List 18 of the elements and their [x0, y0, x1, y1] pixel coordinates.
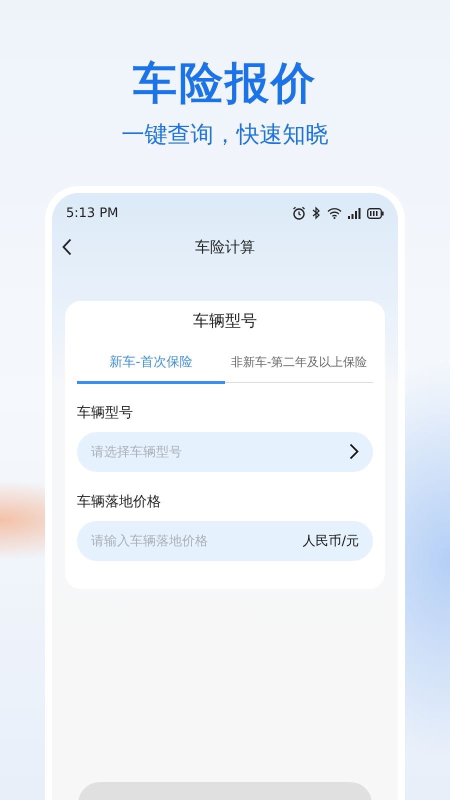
bluetooth-icon — [312, 206, 321, 220]
field-label: 车辆型号 — [77, 404, 134, 423]
wifi-icon — [327, 207, 342, 219]
status-time: 5:13 PM — [66, 206, 118, 220]
select-field[interactable]: 请选择车辆型号 — [77, 432, 373, 472]
unit-label: 人民币/元 — [302, 533, 359, 550]
tab[interactable]: 新车-首次保险 — [77, 349, 225, 384]
headline-subtitle: 一键查询，快速知晓 — [122, 121, 328, 150]
field-label: 车辆落地价格 — [77, 493, 162, 512]
page-title: 车险计算 — [195, 238, 255, 256]
chevron-right-icon — [349, 443, 359, 460]
battery-icon — [367, 208, 384, 218]
tab[interactable]: 非新车-第二年及以上保险 — [225, 349, 373, 384]
card-title: 车辆型号 — [192, 310, 258, 332]
headline-title: 车险报价 — [133, 57, 317, 111]
back-button[interactable] — [62, 238, 72, 256]
alarm-icon — [292, 206, 306, 220]
signal-icon — [348, 208, 361, 218]
